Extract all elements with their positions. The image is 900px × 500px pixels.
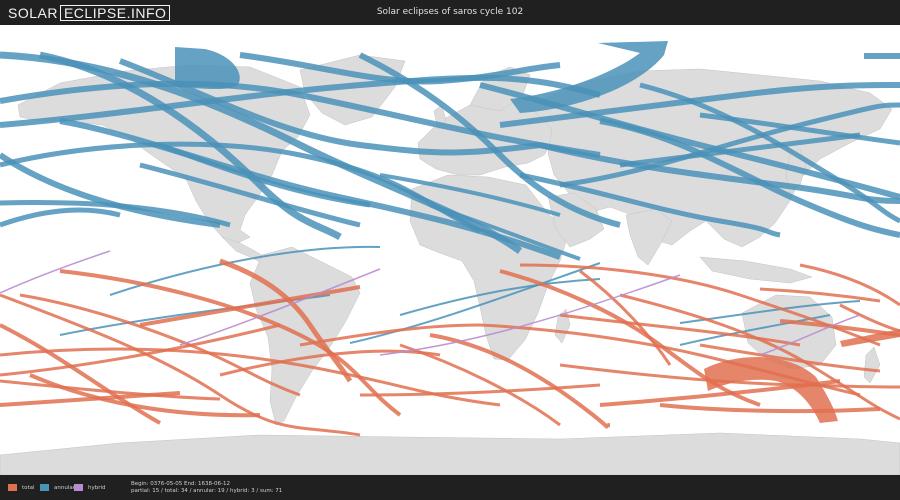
stats-range: Begin: 0376-05-05 End: 1638-06-12 xyxy=(131,481,230,487)
legend-hybrid: hybrid xyxy=(74,484,106,491)
world-map xyxy=(0,25,900,476)
legend-annular: annular xyxy=(40,484,75,491)
page-title: Solar eclipses of saros cycle 102 xyxy=(376,7,524,17)
legend-annular-label: annular xyxy=(54,484,75,491)
hybrid-swatch-icon xyxy=(74,484,83,491)
legend-hybrid-label: hybrid xyxy=(88,484,106,491)
annular-blob xyxy=(864,53,900,59)
total-swatch-icon xyxy=(8,484,17,491)
map-svg xyxy=(0,25,900,476)
saros-stats: Begin: 0376-05-05 End: 1638-06-12 partia… xyxy=(131,481,282,495)
legend-total-label: total xyxy=(22,484,35,491)
header-bar: SOLAR ECLIPSE.INFO Solar eclipses of sar… xyxy=(0,0,900,25)
annular-swatch-icon xyxy=(40,484,49,491)
stats-counts: partial: 15 / total: 34 / annular: 19 / … xyxy=(131,488,283,494)
legend-total: total xyxy=(8,484,35,491)
footer-bar: total annular hybrid Begin: 0376-05-05 E… xyxy=(0,475,900,500)
